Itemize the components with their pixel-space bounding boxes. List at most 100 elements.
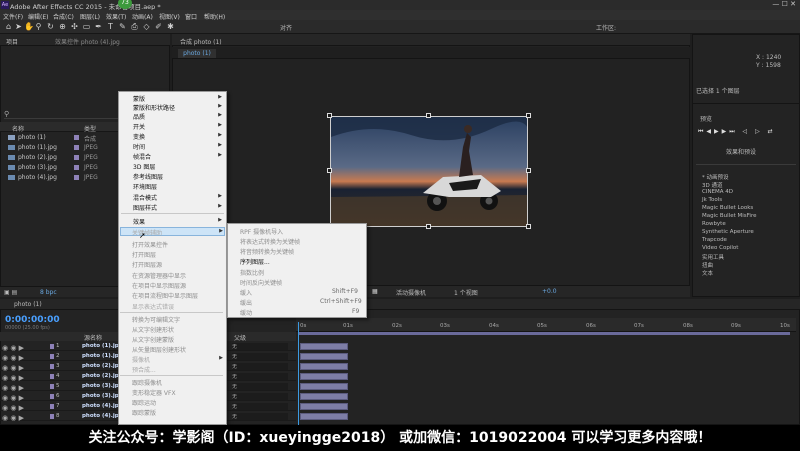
roto-brush-tool-icon[interactable]: ✐	[154, 22, 163, 31]
composition-tab[interactable]: 合成 photo (1)	[180, 37, 222, 46]
layer-switches[interactable]: ◉ ◉ ▶	[2, 384, 42, 392]
effects-search-input[interactable]	[696, 157, 796, 165]
effects-category[interactable]: 3D 通道	[702, 181, 722, 189]
layer-switches[interactable]: ◉ ◉ ▶	[2, 404, 42, 412]
home-icon[interactable]: ⌂	[4, 22, 13, 31]
pan-behind-tool-icon[interactable]: ✣	[70, 22, 79, 31]
parent-dropdown[interactable]: 无	[232, 403, 288, 410]
menu-item-camera[interactable]: 摄像机	[132, 355, 150, 364]
work-area-bar[interactable]	[298, 332, 790, 335]
submenu-item-rpf-camera-import[interactable]: RPF 摄像机导入	[240, 227, 283, 236]
menu-item-track-camera[interactable]: 跟踪摄像机	[132, 378, 162, 387]
active-camera-dropdown[interactable]: 活动摄像机	[396, 288, 426, 297]
effects-category[interactable]: Jk Tools	[702, 197, 722, 203]
pen-tool-icon[interactable]: ✒	[94, 22, 103, 31]
transform-handle[interactable]	[426, 113, 431, 118]
menu-item-show-expression-errors[interactable]: 显示表达式错误	[132, 302, 174, 311]
window-controls[interactable]: — ☐ ✕	[772, 0, 796, 8]
menu-item-create-shapes-from-vector[interactable]: 从矢量图层创建形状	[132, 345, 186, 354]
layer-duration-bar[interactable]	[300, 343, 348, 350]
selection-tool-icon[interactable]: ➤	[14, 22, 23, 31]
submenu-item-time-reverse[interactable]: 时间反向关键帧	[240, 278, 282, 287]
menu-item-open-layer-source[interactable]: 打开图层源	[132, 260, 162, 269]
submenu-item-easy-ease[interactable]: 缓动	[240, 308, 252, 317]
current-timecode[interactable]: 0:00:00:00	[5, 315, 60, 325]
effects-category[interactable]: 文本	[702, 269, 713, 277]
parent-dropdown[interactable]: 无	[232, 373, 288, 380]
menu-item-keyframe-assistant[interactable]: 关键帧辅助	[132, 228, 162, 237]
effects-category[interactable]: CINEMA 4D	[702, 189, 733, 195]
menu-item-reveal-in-explorer[interactable]: 在资源管理器中显示	[132, 271, 186, 280]
column-name[interactable]: 名称	[12, 124, 24, 133]
layer-duration-bar[interactable]	[300, 363, 348, 370]
effects-category[interactable]: Magic Bullet MisFire	[702, 213, 756, 219]
submenu-item-easy-ease-out[interactable]: 缓出	[240, 298, 252, 307]
transform-handle[interactable]	[526, 113, 531, 118]
menu-item-open-layer[interactable]: 打开图层	[132, 250, 156, 259]
zoom-tool-icon[interactable]: ⚲	[34, 22, 43, 31]
submenu-item-sequence-layers[interactable]: 序列图层...	[240, 257, 270, 266]
tab-project[interactable]: 项目	[6, 37, 18, 46]
layer-duration-bar[interactable]	[300, 403, 348, 410]
layer-switches[interactable]: ◉ ◉ ▶	[2, 344, 42, 352]
effects-category[interactable]: Synthetic Aperture	[702, 229, 754, 235]
new-folder-icon[interactable]: ▣ ▤	[4, 289, 17, 296]
transform-handle[interactable]	[526, 224, 531, 229]
submenu-item-exponential-scale[interactable]: 指数比例	[240, 268, 264, 277]
current-time-indicator[interactable]	[298, 322, 299, 425]
layer-duration-bar[interactable]	[300, 393, 348, 400]
brush-tool-icon[interactable]: ✎	[118, 22, 127, 31]
composition-viewer[interactable]	[330, 116, 528, 227]
effects-category[interactable]: 扭曲	[702, 261, 713, 269]
parent-dropdown[interactable]: 无	[232, 353, 288, 360]
menu-item-reveal-source-in-project[interactable]: 在项目中显示图层源	[132, 281, 186, 290]
layer-switches[interactable]: ◉ ◉ ▶	[2, 354, 42, 362]
layer-switches[interactable]: ◉ ◉ ▶	[2, 374, 42, 382]
views-dropdown[interactable]: 1 个视图	[454, 288, 478, 297]
hand-tool-icon[interactable]: ✋	[24, 22, 34, 31]
snap-label[interactable]: 对齐	[280, 23, 292, 32]
parent-dropdown[interactable]: 无	[232, 363, 288, 370]
playback-controls-icon[interactable]: ⏮◀▶▶⏭ ◁ ▷ ⇄	[698, 128, 776, 136]
menu-item-convert-to-editable-text[interactable]: 转换为可编辑文字	[132, 315, 180, 324]
menu-item-pre-compose[interactable]: 预合成...	[132, 365, 156, 374]
effects-category[interactable]: * 动画预设	[702, 173, 729, 181]
menu-item-reveal-in-flowchart[interactable]: 在项目流程图中显示图层	[132, 291, 198, 300]
menu-item-track-mask[interactable]: 跟踪蒙版	[132, 408, 156, 417]
transform-handle[interactable]	[327, 168, 332, 173]
transform-handle[interactable]	[327, 113, 332, 118]
parent-dropdown[interactable]: 无	[232, 343, 288, 350]
comp-subtab[interactable]: photo (1)	[178, 49, 216, 58]
camera-tool-icon[interactable]: ⊕	[58, 22, 67, 31]
parent-dropdown[interactable]: 无	[232, 393, 288, 400]
layer-switches[interactable]: ◉ ◉ ▶	[2, 414, 42, 422]
parent-dropdown[interactable]: 无	[232, 413, 288, 420]
submenu-item-easy-ease-in[interactable]: 缓入	[240, 288, 252, 297]
column-source-name[interactable]: 源名称	[84, 333, 102, 342]
effects-category[interactable]: Rowbyte	[702, 221, 726, 227]
menu-item-create-masks-from-text[interactable]: 从文字创建蒙版	[132, 335, 174, 344]
puppet-tool-icon[interactable]: ✱	[166, 22, 175, 31]
workspace-label[interactable]: 工作区:	[596, 23, 616, 32]
layer-duration-bar[interactable]	[300, 413, 348, 420]
bit-depth-button[interactable]: 8 bpc	[40, 289, 57, 296]
effects-category[interactable]: Trapcode	[702, 237, 727, 243]
layer-duration-bar[interactable]	[300, 383, 348, 390]
type-tool-icon[interactable]: T	[106, 22, 115, 31]
submenu-item-convert-expression[interactable]: 将表达式转换为关键帧	[240, 237, 300, 246]
parent-dropdown[interactable]: 无	[232, 383, 288, 390]
transform-handle[interactable]	[426, 224, 431, 229]
layer-switches[interactable]: ◉ ◉ ▶	[2, 394, 42, 402]
transform-handle[interactable]	[526, 168, 531, 173]
menu-item-open-effect-controls[interactable]: 打开效果控件	[132, 240, 168, 249]
tab-effect-controls[interactable]: 效果控件 photo (4).jpg	[55, 37, 120, 46]
column-type[interactable]: 类型	[84, 124, 96, 133]
rotate-tool-icon[interactable]: ↻	[46, 22, 55, 31]
effects-category[interactable]: Video Copilot	[702, 245, 738, 251]
rectangle-tool-icon[interactable]: ▭	[82, 22, 91, 31]
layer-duration-bar[interactable]	[300, 353, 348, 360]
layer-switches[interactable]: ◉ ◉ ▶	[2, 364, 42, 372]
menu-item-track-motion[interactable]: 跟踪运动	[132, 398, 156, 407]
effects-category[interactable]: Magic Bullet Looks	[702, 205, 753, 211]
menu-item-warp-stabilizer[interactable]: 变形稳定器 VFX	[132, 388, 176, 397]
